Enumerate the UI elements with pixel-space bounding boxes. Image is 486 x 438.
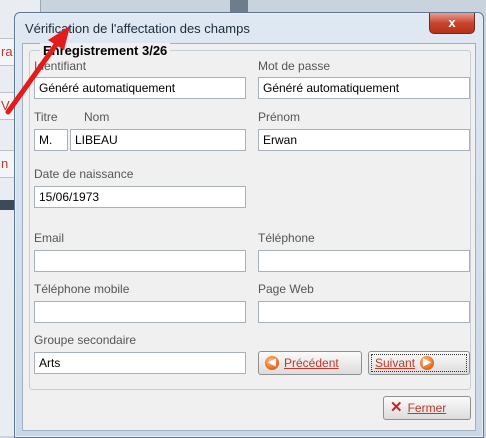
record-groupbox: Enregistrement 3/26 Identifiant Généré a… [29, 43, 471, 390]
dialog-client-area: Enregistrement 3/26 Identifiant Généré a… [22, 43, 476, 431]
close-dialog-label: Fermer [407, 401, 447, 415]
email-field[interactable] [34, 250, 246, 272]
groupe-secondaire-field[interactable]: Arts [34, 352, 246, 374]
dialog-titlebar[interactable]: Vérification de l'affectation des champs… [15, 13, 483, 43]
next-button[interactable]: Suivant ▶ [368, 351, 470, 375]
telephone-field[interactable] [258, 250, 470, 272]
arrow-right-icon: ▶ [420, 356, 435, 370]
nom-label: Nom [84, 110, 110, 124]
identifiant-field[interactable]: Généré automatiquement [34, 77, 246, 99]
telephone-mobile-label: Téléphone mobile [34, 282, 130, 296]
telephone-label: Téléphone [258, 231, 315, 245]
prenom-field[interactable]: Erwan [258, 129, 470, 151]
dialog-title: Vérification de l'affectation des champs [25, 21, 250, 36]
telephone-mobile-field[interactable] [34, 301, 246, 323]
mot-de-passe-field[interactable]: Généré automatiquement [258, 77, 470, 99]
close-x-icon: ✕ [390, 399, 403, 416]
close-dialog-button[interactable]: ✕ Fermer [383, 396, 471, 420]
next-button-label: Suivant [375, 356, 416, 370]
mot-de-passe-label: Mot de passe [258, 59, 331, 73]
background-corner [230, 0, 248, 12]
nom-field[interactable]: LIBEAU [70, 129, 246, 151]
groupe-secondaire-label: Groupe secondaire [34, 333, 137, 347]
arrow-left-icon: ◀ [265, 356, 279, 370]
close-icon: x [448, 15, 456, 30]
titre-label: Titre [34, 110, 58, 124]
identifiant-label: Identifiant [34, 59, 87, 73]
close-button[interactable]: x [429, 13, 475, 34]
prenom-label: Prénom [258, 110, 301, 124]
record-counter: Enregistrement 3/26 [40, 43, 171, 58]
previous-button[interactable]: ◀ Précédent [258, 351, 362, 375]
date-naissance-field[interactable]: 15/06/1973 [34, 186, 246, 208]
email-label: Email [34, 231, 65, 245]
date-naissance-label: Date de naissance [34, 167, 134, 181]
titre-field[interactable]: M. [34, 129, 68, 151]
page-web-field[interactable] [258, 301, 470, 323]
page-web-label: Page Web [258, 282, 314, 296]
previous-button-label: Précédent [284, 356, 339, 370]
verification-dialog: Vérification de l'affectation des champs… [14, 12, 484, 438]
